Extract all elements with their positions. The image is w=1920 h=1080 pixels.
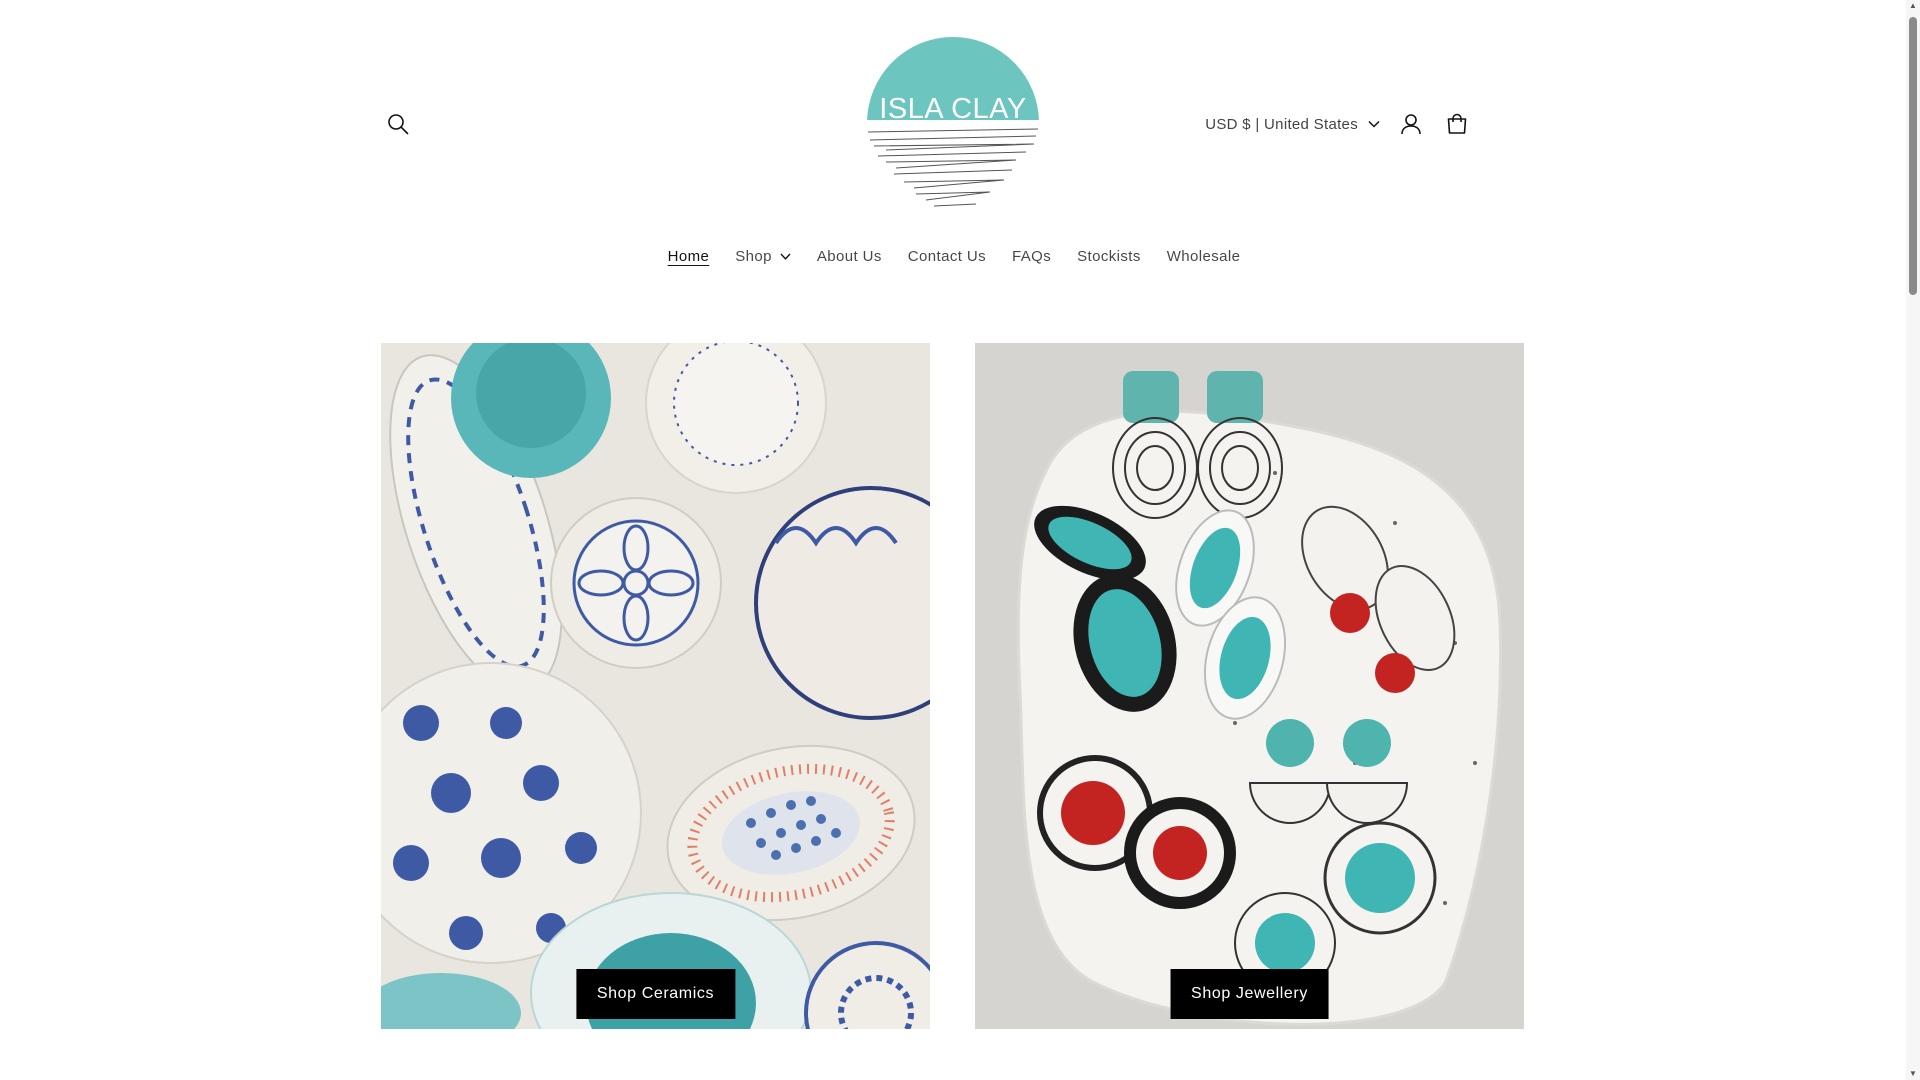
account-button[interactable]: [1388, 102, 1434, 146]
chevron-down-icon: [1368, 120, 1380, 128]
page-scrollbar[interactable]: ▲ ▼: [1906, 0, 1920, 1080]
nav-item-label: Shop: [735, 248, 772, 265]
search-button[interactable]: [380, 106, 416, 142]
nav-item-stockists[interactable]: Stockists: [1064, 240, 1154, 273]
cart-icon: [1447, 113, 1467, 134]
ceramics-collection-card[interactable]: Shop Ceramics: [381, 343, 930, 1029]
nav-item-label: About Us: [816, 248, 882, 265]
nav-item-label: Home: [667, 248, 710, 265]
header-actions: USD $ | United States: [1197, 102, 1480, 146]
nav-item-wholesale[interactable]: Wholesale: [1154, 240, 1254, 273]
shop-jewellery-button[interactable]: Shop Jewellery: [1170, 969, 1329, 1019]
currency-selector[interactable]: USD $ | United States: [1197, 116, 1388, 133]
nav-item-home[interactable]: Home: [655, 240, 723, 273]
account-icon: [1401, 114, 1421, 135]
nav-item-faqs[interactable]: FAQs: [999, 240, 1064, 273]
jewellery-image: [975, 343, 1524, 1029]
currency-label: USD $ | United States: [1205, 115, 1358, 133]
scroll-down-arrow-icon[interactable]: ▼: [1909, 1070, 1917, 1078]
nav-item-contact-us[interactable]: Contact Us: [895, 240, 999, 273]
search-icon: [388, 114, 409, 135]
nav-item-label: FAQs: [1012, 248, 1052, 265]
cart-button[interactable]: [1434, 102, 1480, 146]
nav-item-label: Contact Us: [907, 248, 986, 265]
nav-item-label: Wholesale: [1166, 248, 1241, 265]
main-nav: Home Shop About Us Contact Us FAQs Stock…: [0, 240, 1908, 273]
scroll-thumb[interactable]: [1909, 17, 1917, 295]
jewellery-collection-card[interactable]: Shop Jewellery: [975, 343, 1524, 1029]
site-logo[interactable]: ISLA CLAY: [866, 36, 1040, 214]
ceramics-image: [381, 343, 930, 1029]
nav-item-shop[interactable]: Shop: [722, 240, 804, 273]
shop-ceramics-button[interactable]: Shop Ceramics: [575, 969, 736, 1019]
logo-text: ISLA CLAY: [879, 93, 1026, 125]
nav-item-about-us[interactable]: About Us: [804, 240, 895, 273]
chevron-down-icon: [780, 253, 791, 260]
scroll-up-arrow-icon[interactable]: ▲: [1909, 2, 1917, 10]
nav-item-label: Stockists: [1077, 248, 1141, 265]
